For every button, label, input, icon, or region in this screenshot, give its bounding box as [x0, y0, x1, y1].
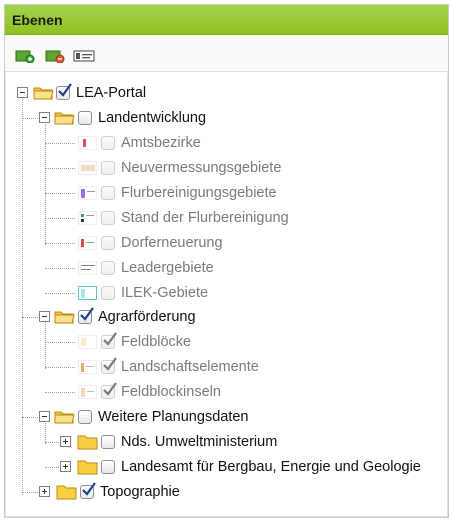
folder-closed-icon: [56, 485, 77, 500]
checkbox-agrarfoerderung[interactable]: [78, 307, 94, 324]
checkbox-feldblockinseln[interactable]: [101, 382, 117, 399]
legend-icon: [78, 186, 97, 200]
checkbox-ilek-gebiete[interactable]: [101, 286, 115, 300]
checkbox-feldbloecke[interactable]: [101, 332, 117, 349]
folder-open-icon: [54, 411, 75, 424]
checkbox-topographie[interactable]: [80, 482, 96, 499]
layer-label: Feldblockinseln: [121, 384, 221, 400]
tree-node-lea-portal: LEA-Portal: [6, 82, 446, 104]
layer-item-feldbloecke: Feldblöcke: [6, 331, 446, 353]
folder-closed-icon: [77, 460, 98, 475]
tree-node-label: Nds. Umweltministerium: [121, 434, 278, 450]
tree-node-landentwicklung: Landentwicklung: [6, 107, 446, 129]
tree-node-agrarfoerderung: Agrarförderung: [6, 306, 446, 328]
folder-open-icon: [54, 311, 75, 324]
legend-icon: [78, 261, 97, 275]
tree-node-label: LEA-Portal: [76, 85, 147, 101]
layer-item-landschaftselemente: Landschaftselemente: [6, 356, 446, 378]
layer-item-ilek-gebiete: ILEK-Gebiete: [6, 282, 446, 304]
folder-open-icon: [54, 112, 75, 125]
layer-item-neuvermessungsgebiete: Neuvermessungsgebiete: [6, 157, 446, 179]
layer-toolbar: [5, 36, 448, 72]
collapse-toggle[interactable]: [39, 411, 50, 422]
layer-label: Landschaftselemente: [121, 359, 259, 375]
checkbox-lea-portal[interactable]: [56, 83, 72, 100]
legend-icon: [78, 211, 97, 225]
layers-panel: Ebenen LEA-Portal Landentwicklung Amtsbe…: [4, 4, 449, 518]
legend-icon: [78, 236, 97, 250]
tree-node-label: Topographie: [100, 484, 180, 500]
folder-open-icon: [33, 87, 54, 100]
remove-layer-icon[interactable]: [45, 49, 65, 64]
layer-label: ILEK-Gebiete: [121, 285, 209, 301]
expand-toggle[interactable]: [39, 486, 50, 497]
folder-closed-icon: [77, 435, 98, 450]
layer-label: Leadergebiete: [121, 260, 214, 276]
tree-node-nds-umweltministerium: Nds. Umweltministerium: [6, 431, 446, 453]
checkbox-landschaftselemente[interactable]: [101, 357, 117, 374]
legend-icon: [78, 360, 97, 374]
checkbox-dorferneuerung[interactable]: [101, 236, 115, 250]
layer-label: Amtsbezirke: [121, 135, 201, 151]
layer-label: Stand der Flurbereinigung: [121, 210, 289, 226]
legend-icon: [78, 161, 97, 175]
layer-item-amtsbezirke: Amtsbezirke: [6, 132, 446, 154]
legend-icon: [78, 136, 97, 150]
tree-node-label: Landesamt für Bergbau, Energie und Geolo…: [121, 459, 421, 475]
checkbox-weitere-planungsdaten[interactable]: [78, 410, 92, 424]
layer-label: Feldblöcke: [121, 334, 192, 350]
checkbox-stand-der-flurbereinigung[interactable]: [101, 211, 115, 225]
tree-node-label: Agrarförderung: [98, 309, 196, 325]
checkbox-landentwicklung[interactable]: [78, 111, 92, 125]
layer-label: Flurbereinigungsgebiete: [121, 185, 277, 201]
panel-header: Ebenen: [5, 5, 448, 35]
layer-item-leadergebiete: Leadergebiete: [6, 257, 446, 279]
layer-label: Neuvermessungsgebiete: [121, 160, 282, 176]
legend-icon: [78, 335, 97, 349]
checkbox-neuvermessungsgebiete[interactable]: [101, 161, 115, 175]
layer-item-stand-der-flurbereinigung: Stand der Flurbereinigung: [6, 207, 446, 229]
collapse-toggle[interactable]: [39, 112, 50, 123]
panel-title: Ebenen: [12, 12, 63, 28]
checkbox-landesamt-bergbau[interactable]: [101, 460, 115, 474]
layer-item-flurbereinigungsgebiete: Flurbereinigungsgebiete: [6, 182, 446, 204]
collapse-toggle[interactable]: [39, 311, 50, 322]
expand-toggle[interactable]: [60, 461, 71, 472]
expand-toggle[interactable]: [60, 436, 71, 447]
layer-item-feldblockinseln: Feldblockinseln: [6, 381, 446, 403]
checkbox-nds-umweltministerium[interactable]: [101, 435, 115, 449]
legend-icon: [78, 385, 97, 399]
tree-node-label: Landentwicklung: [98, 110, 207, 126]
layer-item-dorferneuerung: Dorferneuerung: [6, 232, 446, 254]
tree-node-weitere-planungsdaten: Weitere Planungsdaten: [6, 406, 446, 428]
tree-node-label: Weitere Planungsdaten: [98, 409, 249, 425]
layer-tree: LEA-Portal Landentwicklung Amtsbezirke N…: [5, 73, 448, 517]
collapse-toggle[interactable]: [17, 87, 28, 98]
checkbox-leadergebiete[interactable]: [101, 261, 115, 275]
legend-icon: [78, 286, 97, 300]
checkbox-flurbereinigungsgebiete[interactable]: [101, 186, 115, 200]
checkbox-amtsbezirke[interactable]: [101, 136, 115, 150]
tree-node-topographie: Topographie: [6, 481, 446, 503]
layer-label: Dorferneuerung: [121, 235, 223, 251]
tree-node-landesamt-bergbau: Landesamt für Bergbau, Energie und Geolo…: [6, 456, 446, 478]
layer-properties-icon[interactable]: [73, 49, 95, 63]
add-layer-icon[interactable]: [15, 49, 35, 64]
